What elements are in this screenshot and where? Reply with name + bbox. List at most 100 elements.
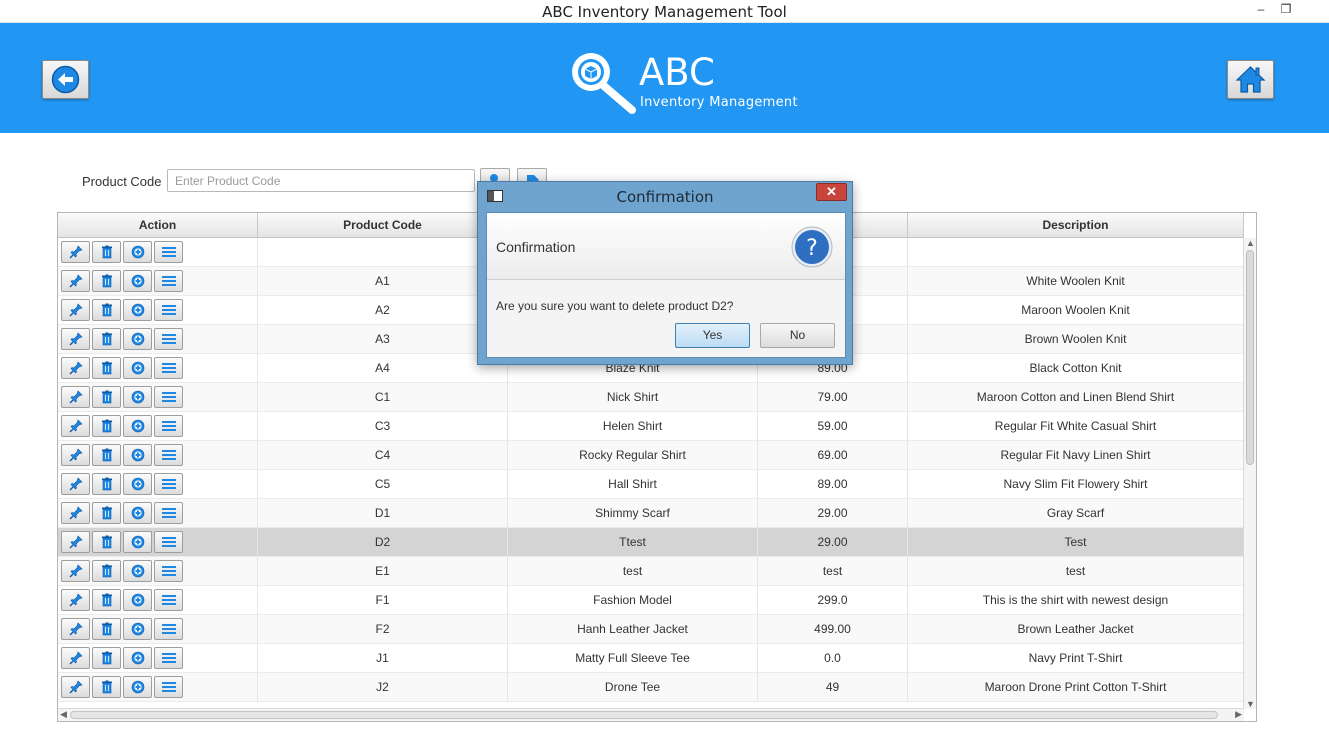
delete-button[interactable] <box>92 676 121 698</box>
add-button[interactable] <box>123 676 152 698</box>
delete-button[interactable] <box>92 647 121 669</box>
vertical-scroll-thumb[interactable] <box>1246 250 1254 465</box>
details-button[interactable] <box>154 270 183 292</box>
delete-button[interactable] <box>92 241 121 263</box>
pin-button[interactable] <box>61 676 90 698</box>
table-row[interactable]: C5 Hall Shirt 89.00 Navy Slim Fit Flowery S… <box>58 470 1244 499</box>
add-button[interactable] <box>123 270 152 292</box>
list-icon <box>161 681 177 693</box>
table-row[interactable]: E1 test test test <box>58 557 1244 586</box>
add-button[interactable] <box>123 444 152 466</box>
add-button[interactable] <box>123 531 152 553</box>
add-button[interactable] <box>123 618 152 640</box>
delete-button[interactable] <box>92 444 121 466</box>
table-row[interactable]: D2 Ttest 29.00 Test <box>58 528 1244 557</box>
back-button[interactable] <box>42 60 89 99</box>
details-button[interactable] <box>154 589 183 611</box>
details-button[interactable] <box>154 531 183 553</box>
table-row[interactable]: C4 Rocky Regular Shirt 69.00 Regular Fit Na… <box>58 441 1244 470</box>
scroll-right-icon[interactable]: ▶ <box>1235 709 1242 720</box>
pin-button[interactable] <box>61 328 90 350</box>
pin-button[interactable] <box>61 241 90 263</box>
table-row[interactable]: C3 Helen Shirt 59.00 Regular Fit White Casu… <box>58 412 1244 441</box>
details-button[interactable] <box>154 357 183 379</box>
add-button[interactable] <box>123 241 152 263</box>
delete-button[interactable] <box>92 328 121 350</box>
add-button[interactable] <box>123 647 152 669</box>
column-header-description[interactable]: Description <box>908 213 1244 238</box>
horizontal-scrollbar[interactable]: ◀ ▶ <box>58 708 1244 721</box>
table-row[interactable]: D1 Shimmy Scarf 29.00 Gray Scarf <box>58 499 1244 528</box>
scroll-down-icon[interactable]: ▼ <box>1246 699 1255 709</box>
restore-button[interactable]: ❐ <box>1276 2 1296 20</box>
action-cell <box>58 267 258 296</box>
pin-button[interactable] <box>61 647 90 669</box>
column-header-action[interactable]: Action <box>58 213 258 238</box>
horizontal-scroll-thumb[interactable] <box>70 711 1218 719</box>
table-row[interactable]: J1 Matty Full Sleeve Tee 0.0 Navy Print T-S… <box>58 644 1244 673</box>
delete-button[interactable] <box>92 560 121 582</box>
table-row[interactable]: F1 Fashion Model 299.0 This is the shirt wi… <box>58 586 1244 615</box>
delete-button[interactable] <box>92 589 121 611</box>
details-button[interactable] <box>154 473 183 495</box>
add-button[interactable] <box>123 473 152 495</box>
delete-button[interactable] <box>92 502 121 524</box>
details-button[interactable] <box>154 676 183 698</box>
add-button[interactable] <box>123 502 152 524</box>
pin-button[interactable] <box>61 502 90 524</box>
scroll-left-icon[interactable]: ◀ <box>60 709 67 720</box>
details-button[interactable] <box>154 647 183 669</box>
product-code-input[interactable] <box>167 169 475 192</box>
product-name-cell: Shimmy Scarf <box>508 499 758 528</box>
add-button[interactable] <box>123 415 152 437</box>
home-button[interactable] <box>1227 60 1274 99</box>
pin-button[interactable] <box>61 589 90 611</box>
add-button[interactable] <box>123 560 152 582</box>
vertical-scrollbar[interactable]: ▲ ▼ <box>1243 238 1256 709</box>
pin-button[interactable] <box>61 299 90 321</box>
add-button[interactable] <box>123 589 152 611</box>
delete-button[interactable] <box>92 299 121 321</box>
pin-button[interactable] <box>61 560 90 582</box>
details-button[interactable] <box>154 444 183 466</box>
delete-button[interactable] <box>92 618 121 640</box>
details-button[interactable] <box>154 386 183 408</box>
details-button[interactable] <box>154 328 183 350</box>
pin-button[interactable] <box>61 618 90 640</box>
add-button[interactable] <box>123 299 152 321</box>
pin-button[interactable] <box>61 357 90 379</box>
add-circle-icon <box>131 390 145 404</box>
add-button[interactable] <box>123 328 152 350</box>
delete-button[interactable] <box>92 473 121 495</box>
delete-button[interactable] <box>92 270 121 292</box>
pin-button[interactable] <box>61 386 90 408</box>
table-row[interactable]: J2 Drone Tee 49 Maroon Drone Print Cotton T… <box>58 673 1244 702</box>
price-cell: test <box>758 557 908 586</box>
details-button[interactable] <box>154 502 183 524</box>
scroll-up-icon[interactable]: ▲ <box>1246 238 1255 248</box>
details-button[interactable] <box>154 618 183 640</box>
yes-button[interactable]: Yes <box>675 323 750 348</box>
column-header-product-code[interactable]: Product Code <box>258 213 508 238</box>
pin-button[interactable] <box>61 270 90 292</box>
details-button[interactable] <box>154 241 183 263</box>
delete-button[interactable] <box>92 357 121 379</box>
add-button[interactable] <box>123 357 152 379</box>
table-row[interactable]: F2 Hanh Leather Jacket 499.00 Brown Leather… <box>58 615 1244 644</box>
add-button[interactable] <box>123 386 152 408</box>
no-button[interactable]: No <box>760 323 835 348</box>
pin-button[interactable] <box>61 531 90 553</box>
details-button[interactable] <box>154 299 183 321</box>
delete-button[interactable] <box>92 415 121 437</box>
delete-button[interactable] <box>92 531 121 553</box>
dialog-close-button[interactable]: ✕ <box>816 183 847 201</box>
pin-button[interactable] <box>61 415 90 437</box>
pin-button[interactable] <box>61 473 90 495</box>
delete-button[interactable] <box>92 386 121 408</box>
pin-button[interactable] <box>61 444 90 466</box>
details-button[interactable] <box>154 415 183 437</box>
details-button[interactable] <box>154 560 183 582</box>
minimize-button[interactable]: – <box>1251 2 1271 20</box>
table-row[interactable]: C1 Nick Shirt 79.00 Maroon Cotton and Linen… <box>58 383 1244 412</box>
product-name-cell: Matty Full Sleeve Tee <box>508 644 758 673</box>
